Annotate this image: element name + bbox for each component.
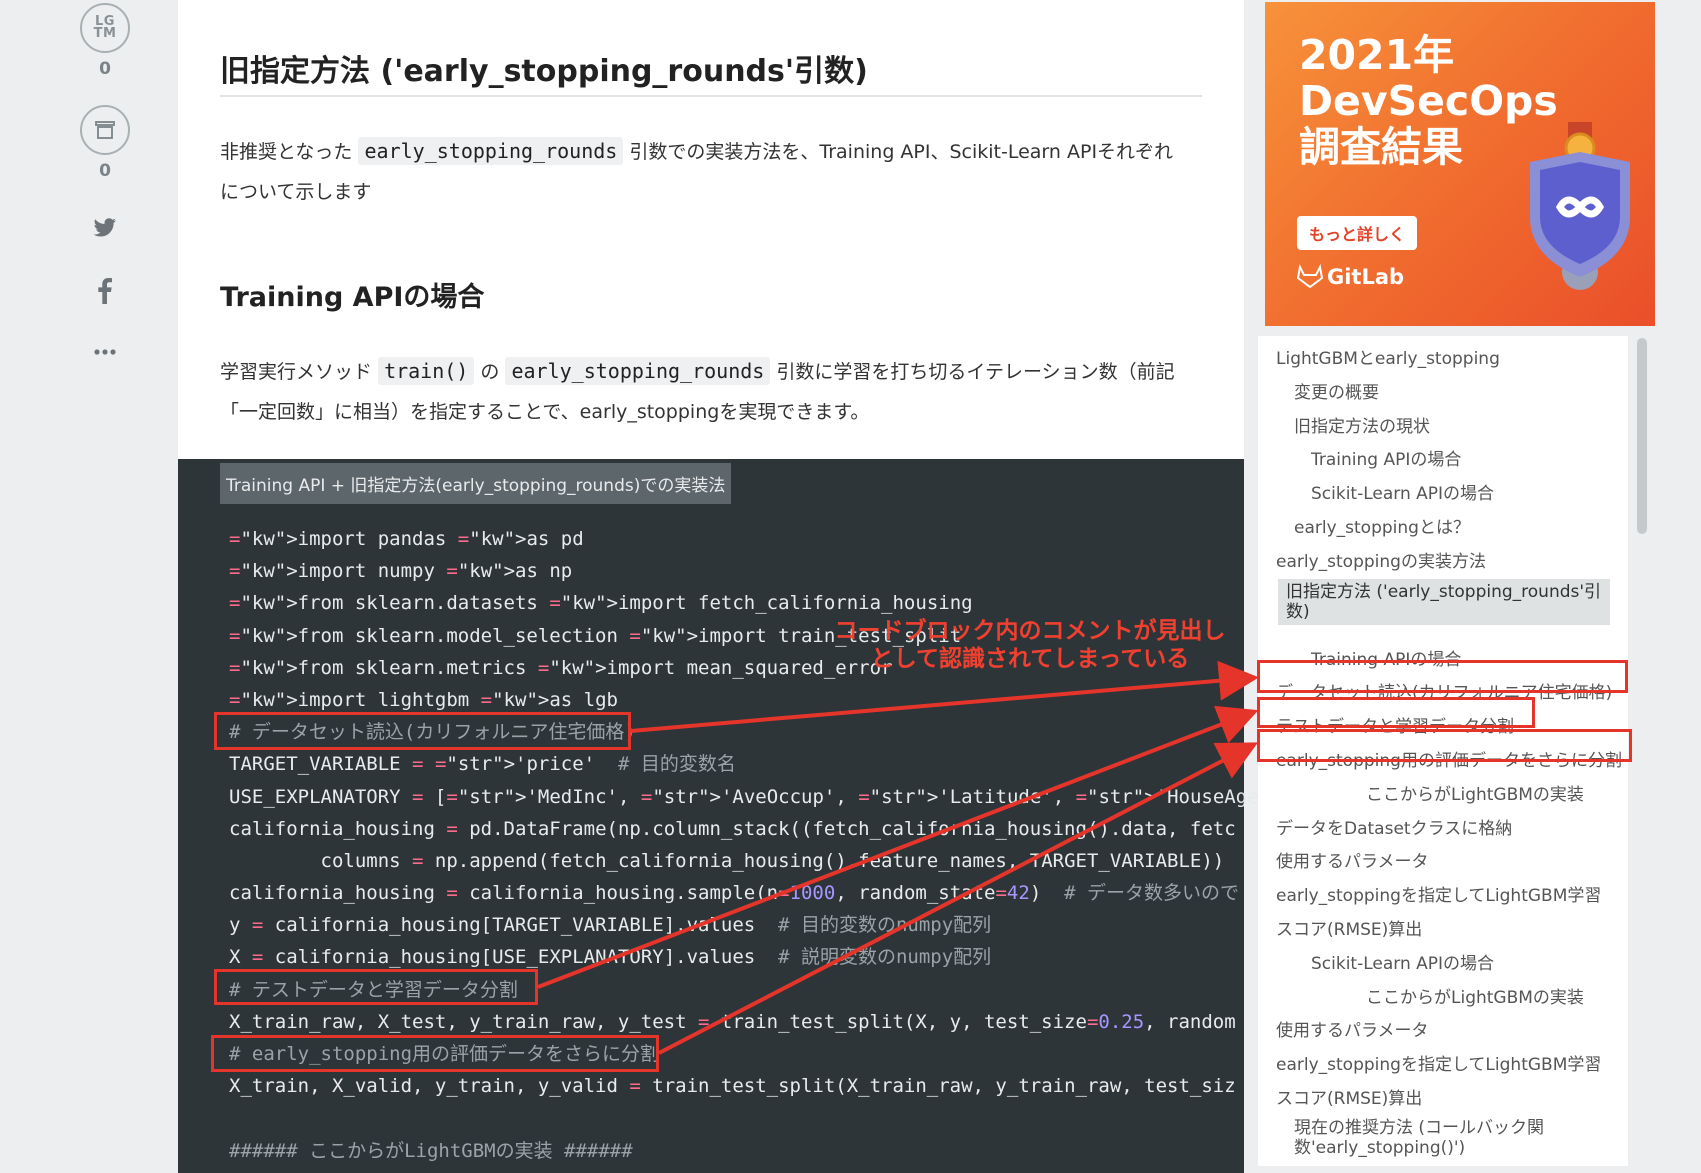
annotation-arrows bbox=[537, 660, 1259, 1055]
annotation-arrow-2 bbox=[537, 705, 1259, 989]
annotation-arrow-3 bbox=[658, 742, 1259, 1055]
annotation-arrow-1 bbox=[630, 660, 1259, 733]
